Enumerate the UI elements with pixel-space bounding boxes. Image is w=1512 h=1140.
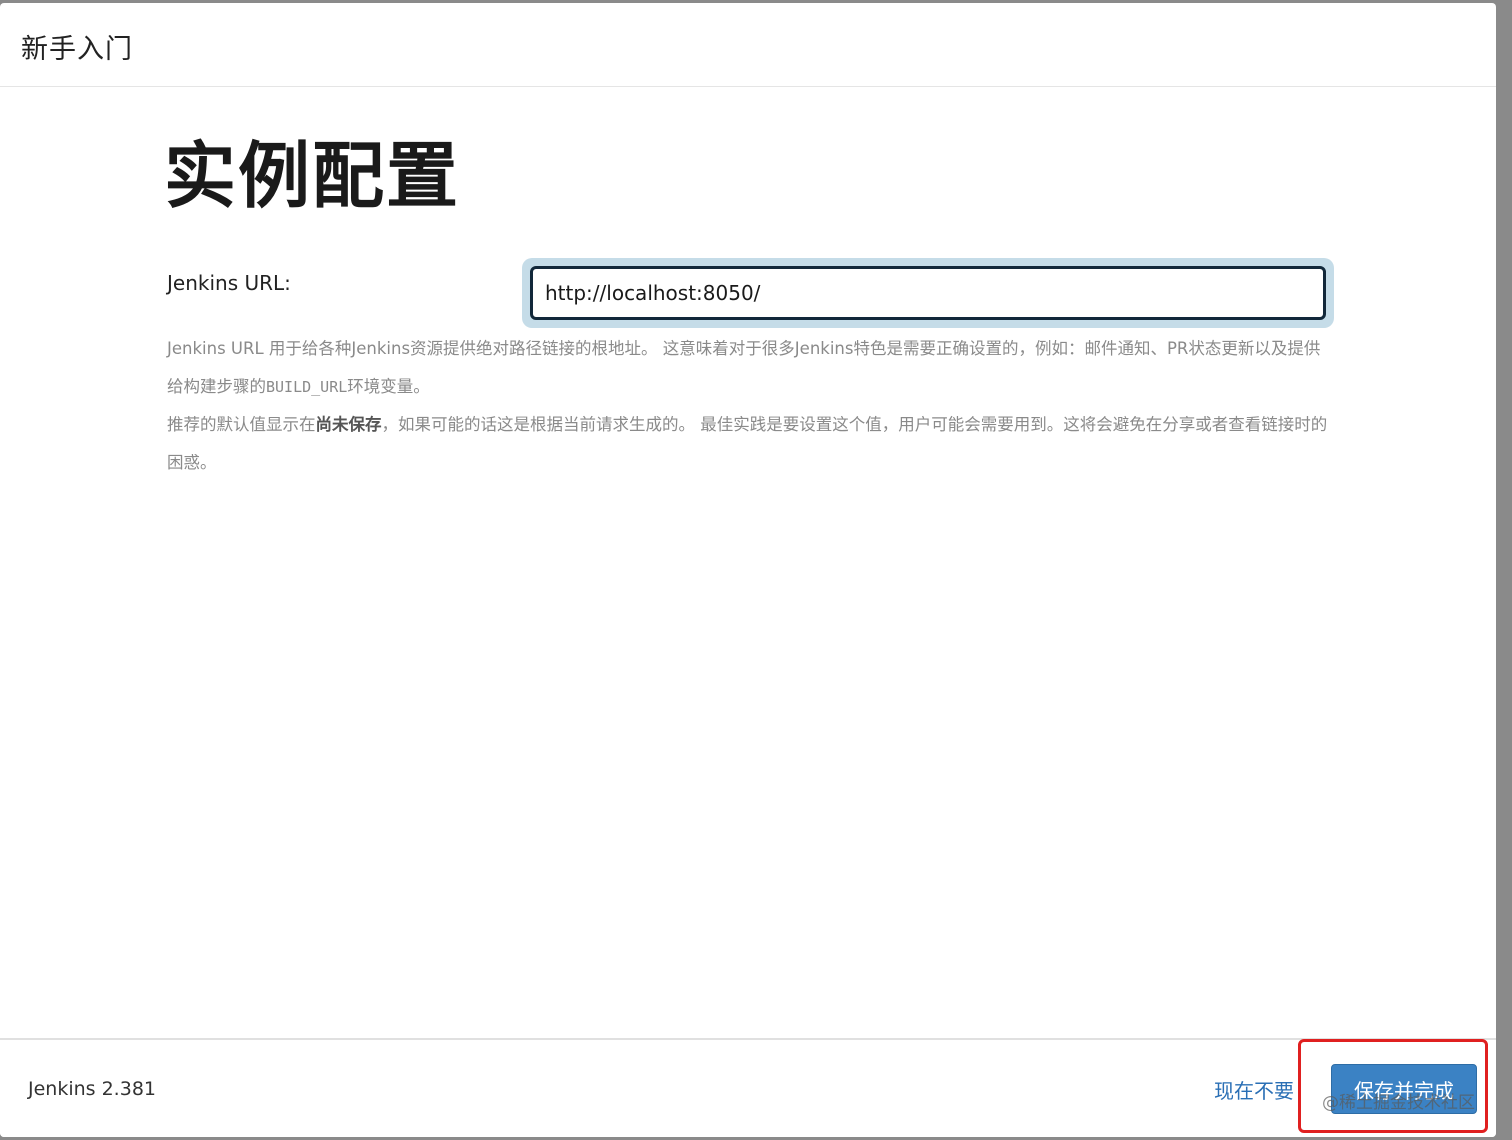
save-and-finish-button[interactable]: 保存并完成 — [1331, 1064, 1477, 1114]
jenkins-url-help: Jenkins URL 用于给各种Jenkins资源提供绝对路径链接的根地址。 … — [167, 330, 1332, 482]
build-url-code: BUILD_URL — [266, 378, 348, 396]
help-paragraph-1: Jenkins URL 用于给各种Jenkins资源提供绝对路径链接的根地址。 … — [167, 330, 1332, 406]
dialog-header: 新手入门 — [0, 3, 1496, 87]
skip-button[interactable]: 现在不要 — [1214, 1075, 1294, 1104]
jenkins-url-label: Jenkins URL: — [167, 271, 291, 295]
dialog-title: 新手入门 — [21, 34, 133, 65]
help-text: 环境变量。 — [347, 377, 430, 396]
help-paragraph-2: 推荐的默认值显示在尚未保存，如果可能的话这是根据当前请求生成的。 最佳实践是要设… — [167, 406, 1332, 482]
dialog-footer: Jenkins 2.381 现在不要 保存并完成 — [0, 1038, 1496, 1137]
jenkins-url-input[interactable] — [530, 266, 1326, 320]
page-title: 实例配置 — [164, 134, 461, 218]
setup-wizard-dialog: 新手入门 实例配置 Jenkins URL: Jenkins URL 用于给各种… — [0, 3, 1496, 1137]
jenkins-version: Jenkins 2.381 — [28, 1078, 156, 1100]
help-bold-text: 尚未保存 — [315, 415, 382, 434]
help-text: 推荐的默认值显示在 — [167, 415, 316, 434]
